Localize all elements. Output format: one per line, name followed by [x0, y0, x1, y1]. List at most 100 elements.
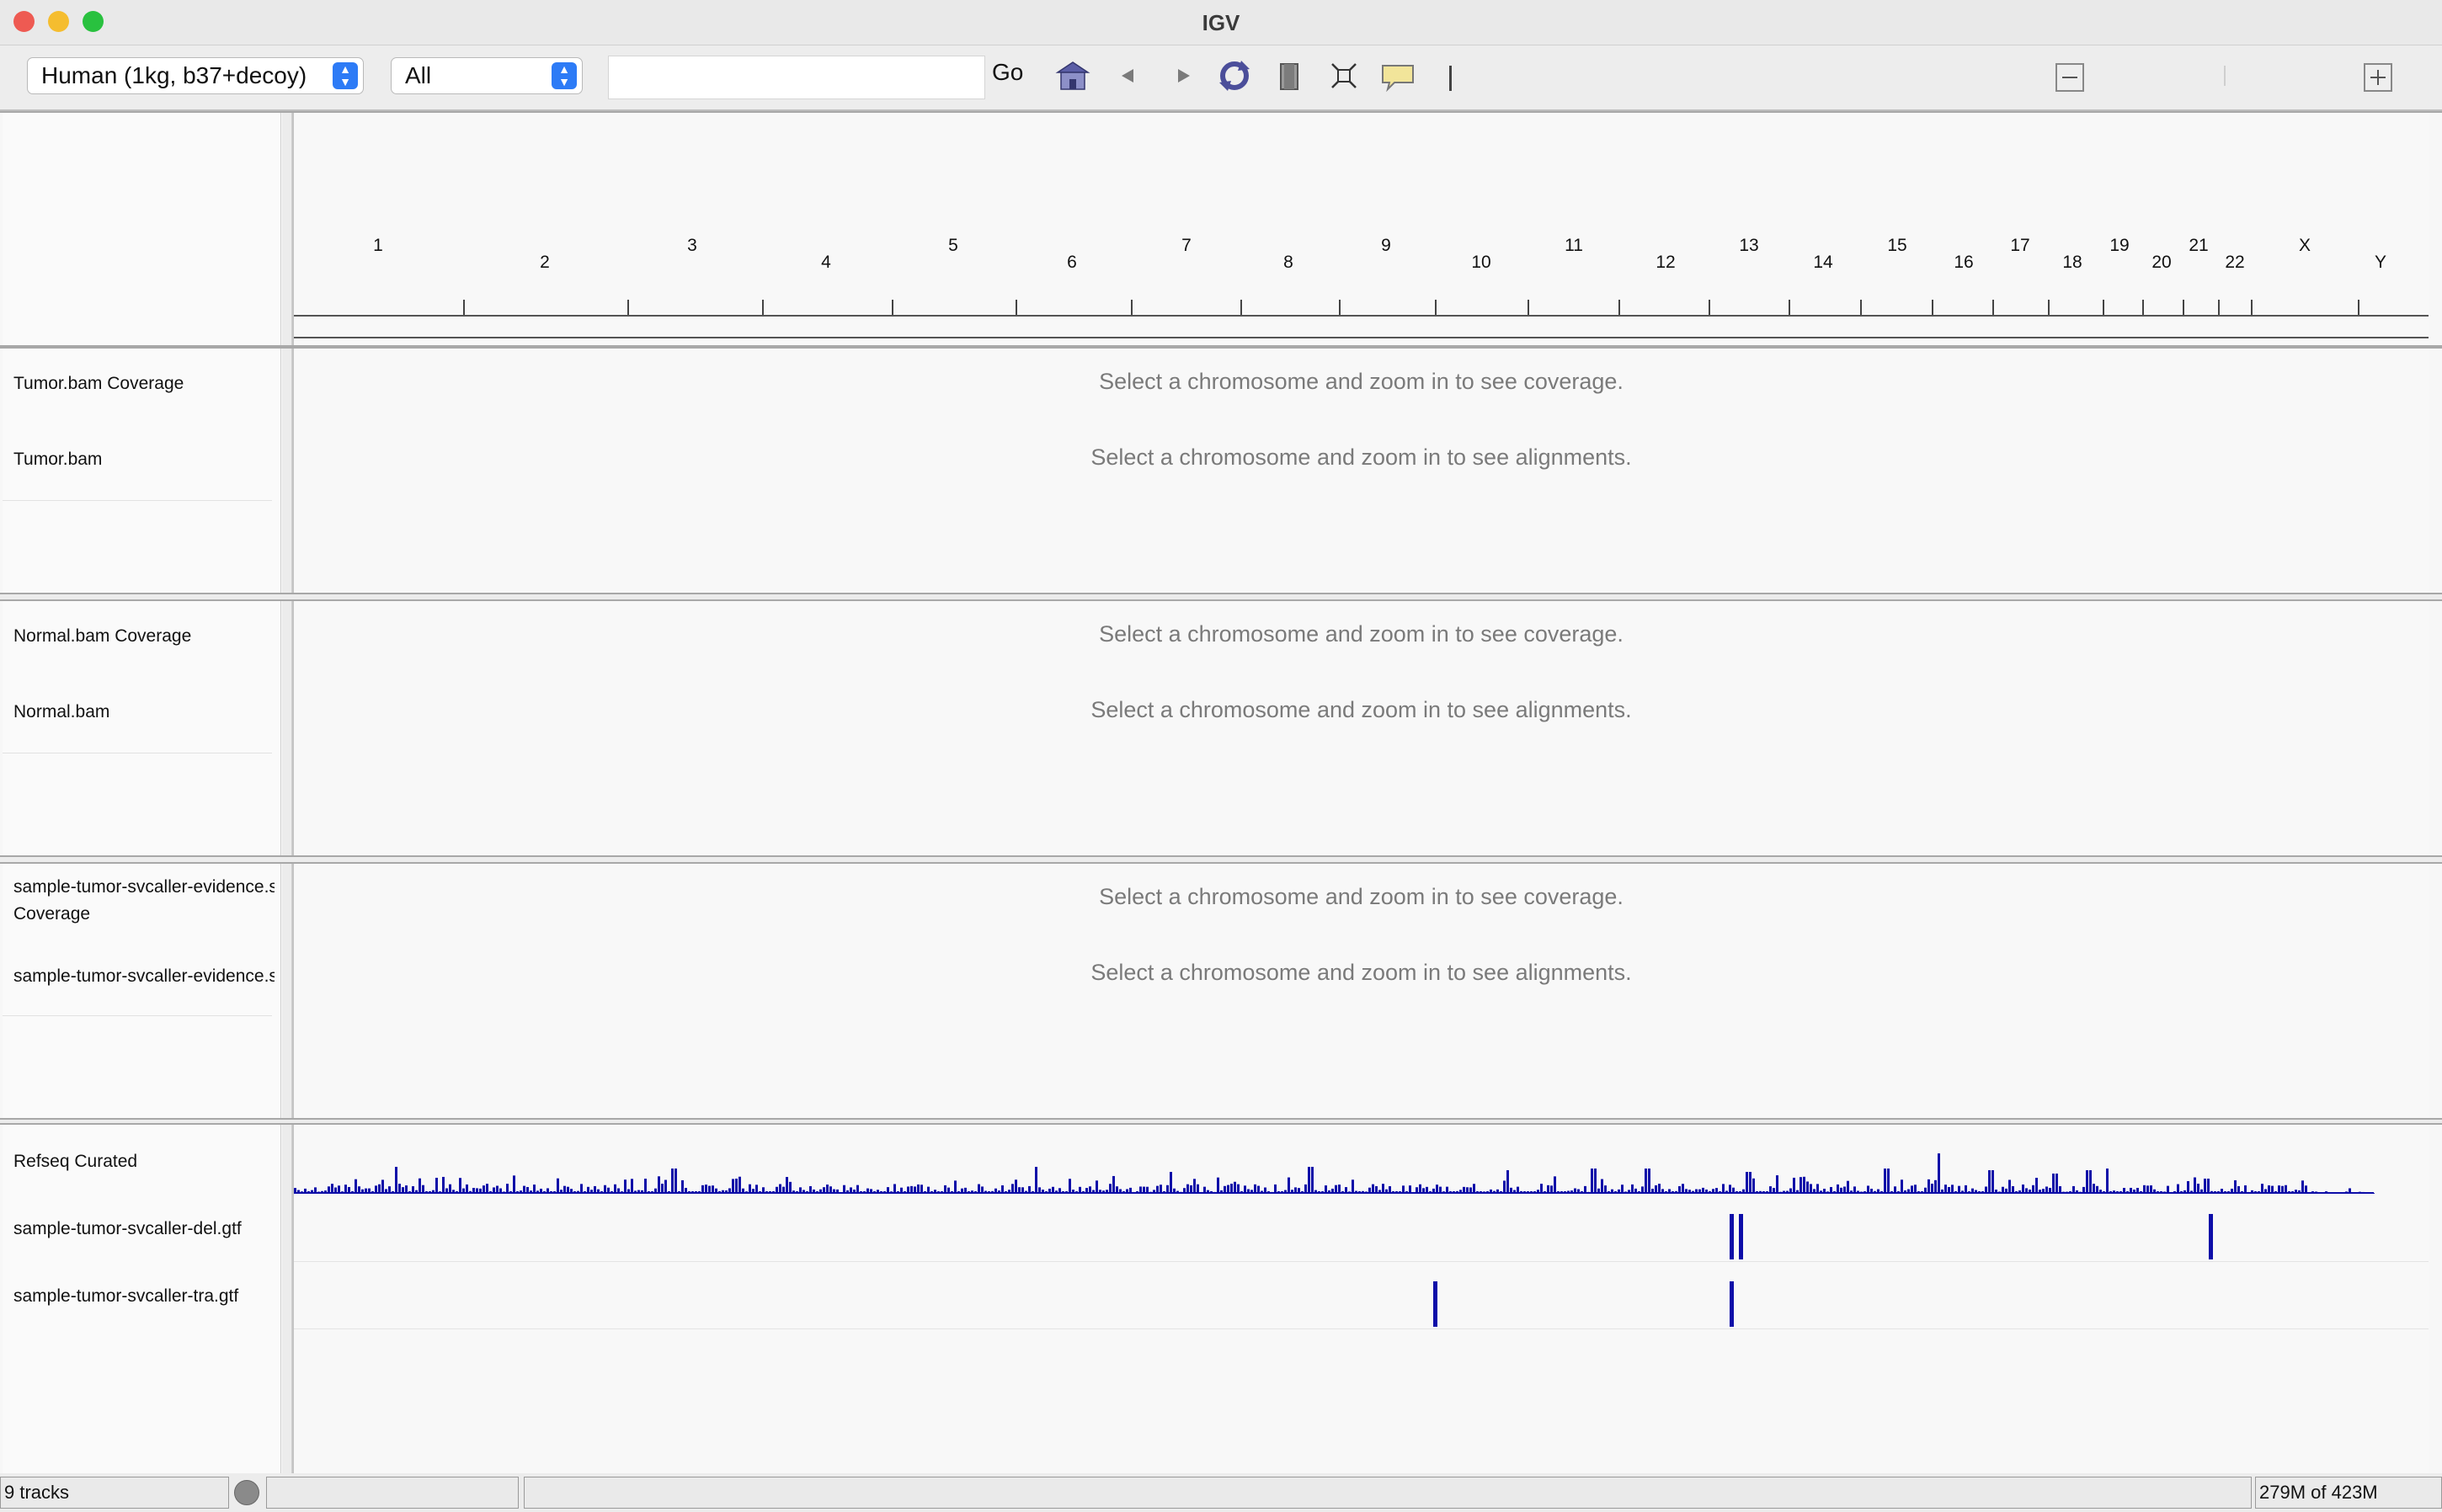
- header-attribute-column: [282, 113, 292, 345]
- zoom-slider[interactable]: [2224, 66, 2226, 86]
- track-divider: [3, 500, 272, 501]
- chromosome-label-22[interactable]: 22: [2225, 253, 2244, 273]
- data-panel-normal: Normal.bam Coverage Normal.bam Select a …: [0, 599, 2442, 857]
- chromosome-label-17[interactable]: 17: [2010, 236, 2029, 256]
- chromosome-boundary-tick: [2183, 300, 2184, 315]
- deletion-feature[interactable]: [1730, 1214, 1734, 1259]
- go-button[interactable]: Go: [992, 59, 1023, 86]
- genome-select-value: Human (1kg, b37+decoy): [41, 62, 307, 88]
- chromosome-label-10[interactable]: 10: [1471, 253, 1490, 273]
- deletion-feature[interactable]: [1739, 1214, 1743, 1259]
- track-divider: [294, 1328, 2429, 1329]
- chromosome-boundary-tick: [2358, 300, 2359, 315]
- feature-data-area[interactable]: [292, 1125, 2429, 1473]
- track-data-area[interactable]: Select a chromosome and zoom in to see c…: [292, 601, 2429, 855]
- back-icon[interactable]: [1110, 57, 1147, 94]
- track-name[interactable]: Normal.bam Coverage: [13, 626, 275, 647]
- chromosome-label-9[interactable]: 9: [1381, 236, 1391, 256]
- forward-icon[interactable]: [1165, 57, 1202, 94]
- chromosome-label-15[interactable]: 15: [1887, 236, 1906, 256]
- select-arrows-icon: ▲ ▼: [552, 62, 577, 89]
- chromosome-label-14[interactable]: 14: [1813, 253, 1832, 273]
- chromosome-label-7[interactable]: 7: [1181, 236, 1192, 256]
- chromosome-ruler[interactable]: 1 2 3 4 5 6 7 8 9 10 11 12 13 14 15 16 17 18 19 20 21 22 X Y: [292, 113, 2429, 345]
- chromosome-label-16[interactable]: 16: [1954, 253, 1973, 273]
- track-name[interactable]: sample-tumor-svcaller-del.gtf: [13, 1219, 275, 1239]
- track-data-area[interactable]: Select a chromosome and zoom in to see c…: [292, 349, 2429, 593]
- chromosome-label-19[interactable]: 19: [2109, 236, 2129, 256]
- track-name[interactable]: Refseq Curated: [13, 1152, 275, 1172]
- chromosome-label-12[interactable]: 12: [1656, 253, 1675, 273]
- chromosome-boundary-tick: [2142, 300, 2144, 315]
- title-bar: IGV: [0, 0, 2442, 45]
- status-message-box: [266, 1477, 519, 1509]
- chromosome-boundary-tick: [1992, 300, 1994, 315]
- locus-search-input[interactable]: [608, 56, 985, 99]
- chromosome-boundary-tick: [1339, 300, 1341, 315]
- toolbar: Human (1kg, b37+decoy) ▲ ▼ All ▲ ▼ Go: [0, 45, 2442, 111]
- window-title: IGV: [1202, 10, 1240, 35]
- track-name[interactable]: sample-tumor-svcaller-evidence.sc: [13, 966, 275, 987]
- refseq-curated-track[interactable]: [294, 1142, 2424, 1194]
- region-of-interest-icon[interactable]: [1271, 57, 1308, 94]
- refresh-icon[interactable]: [1216, 57, 1253, 94]
- attribute-column: [282, 864, 292, 1118]
- chromosome-label-8[interactable]: 8: [1283, 253, 1293, 273]
- zoom-out-icon[interactable]: [2055, 62, 2085, 93]
- track-name-column: Refseq Curated sample-tumor-svcaller-del…: [3, 1125, 281, 1473]
- coverage-message: Select a chromosome and zoom in to see c…: [1099, 369, 1624, 394]
- status-bar: 9 tracks 279M of 423M: [0, 1473, 2442, 1512]
- track-data-area[interactable]: Select a chromosome and zoom in to see c…: [292, 864, 2429, 1118]
- chromosome-label-11[interactable]: 11: [1565, 236, 1583, 256]
- track-name-line2[interactable]: Coverage: [13, 904, 275, 924]
- chromosome-boundary-tick: [892, 300, 893, 315]
- data-panel-evidence: sample-tumor-svcaller-evidence.sc Covera…: [0, 862, 2442, 1120]
- chromosome-label-4[interactable]: 4: [821, 253, 831, 273]
- track-divider: [3, 1015, 272, 1016]
- ruler-axis: [294, 315, 2429, 317]
- chromosome-label-6[interactable]: 6: [1067, 253, 1077, 273]
- chromosome-boundary-tick: [1618, 300, 1620, 315]
- deletion-feature[interactable]: [2209, 1214, 2213, 1259]
- chromosome-boundary-tick: [1016, 300, 1017, 315]
- chromosome-boundary-tick: [2103, 300, 2104, 315]
- chromosome-label-X[interactable]: X: [2299, 236, 2311, 256]
- chromosome-label-20[interactable]: 20: [2151, 253, 2171, 273]
- chromosome-boundary-tick: [1528, 300, 1529, 315]
- ruler-axis-lower: [294, 337, 2429, 338]
- translocation-feature[interactable]: [1730, 1281, 1734, 1327]
- chromosome-label-2[interactable]: 2: [540, 253, 550, 273]
- track-divider: [294, 1261, 2429, 1262]
- track-name[interactable]: Tumor.bam: [13, 450, 275, 470]
- chromosome-boundary-tick: [2251, 300, 2253, 315]
- track-name[interactable]: Tumor.bam Coverage: [13, 374, 275, 394]
- chromosome-label-1[interactable]: 1: [373, 236, 383, 256]
- chromosome-boundary-tick: [1709, 300, 1710, 315]
- track-name[interactable]: sample-tumor-svcaller-tra.gtf: [13, 1286, 275, 1307]
- chromosome-label-Y[interactable]: Y: [2375, 253, 2386, 273]
- header-name-column: [3, 113, 281, 345]
- genome-select[interactable]: Human (1kg, b37+decoy) ▲ ▼: [27, 57, 364, 94]
- attribute-column: [282, 349, 292, 593]
- chromosome-boundary-tick: [2218, 300, 2220, 315]
- zoom-in-icon[interactable]: [2363, 62, 2393, 93]
- chromosome-label-3[interactable]: 3: [687, 236, 697, 256]
- chromosome-select-value: All: [405, 62, 432, 88]
- track-name[interactable]: Normal.bam: [13, 702, 275, 722]
- toolbar-separator: [1449, 66, 1452, 91]
- alignments-message: Select a chromosome and zoom in to see a…: [1090, 960, 1632, 985]
- track-name-column: sample-tumor-svcaller-evidence.sc Covera…: [3, 864, 281, 1118]
- fit-to-window-icon[interactable]: [1325, 57, 1362, 94]
- chromosome-select[interactable]: All ▲ ▼: [391, 57, 583, 94]
- chromosome-boundary-tick: [627, 300, 629, 315]
- status-message-main: [524, 1477, 2252, 1509]
- chromosome-label-5[interactable]: 5: [948, 236, 958, 256]
- chromosome-boundary-tick: [2048, 300, 2050, 315]
- chromosome-label-21[interactable]: 21: [2189, 236, 2208, 256]
- track-name[interactable]: sample-tumor-svcaller-evidence.sc: [13, 877, 275, 897]
- translocation-feature[interactable]: [1433, 1281, 1437, 1327]
- chromosome-label-13[interactable]: 13: [1739, 236, 1758, 256]
- home-icon[interactable]: [1054, 57, 1091, 94]
- chromosome-label-18[interactable]: 18: [2062, 253, 2082, 273]
- popup-info-icon[interactable]: [1379, 57, 1416, 94]
